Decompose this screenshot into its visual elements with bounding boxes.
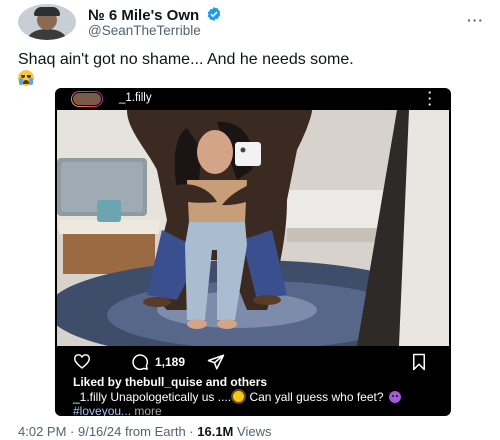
sun-icon [233,391,245,402]
views-label: Views [237,424,272,439]
likes-prefix: Liked by [73,375,122,389]
caption-user[interactable]: _1.filly [73,390,107,404]
tweet-date[interactable]: 9/16/24 [78,424,121,439]
more-options-icon[interactable]: ··· [467,12,484,28]
bookmark-icon[interactable] [411,353,427,371]
caption-text-2: Can yall guess who feet? [249,390,384,404]
likes-line: Liked by thebull_quise and others [73,375,267,389]
post-photo[interactable] [57,110,449,346]
loudly-crying-face-icon [18,70,34,86]
ig-more-icon[interactable]: · · · [427,88,433,111]
ig-action-bar: 1,189 [55,350,451,372]
author-avatar[interactable] [18,4,76,40]
display-name[interactable]: № 6 Mile's Own [88,6,222,24]
ig-avatar[interactable] [71,91,103,107]
post-caption: _1.filly Unapologetically us .... Can ya… [73,390,443,416]
source-prefix: from [124,424,151,439]
ig-username[interactable]: _1.filly [119,92,152,104]
smiling-devil-icon [388,391,401,403]
tweet-meta: 4:02 PM · 9/16/24 from Earth · 16.1M Vie… [18,424,272,439]
tweet-time[interactable]: 4:02 PM [18,424,66,439]
more-link[interactable]: more [134,404,161,416]
caption-text-1: Unapologetically us .... [110,390,232,404]
tweet-header: № 6 Mile's Own @SeanTheTerrible ··· [18,4,488,40]
share-icon[interactable] [207,353,225,371]
tweet-source: Earth [154,424,186,439]
tweet-text: Shaq ain't got no shame... And he needs … [18,50,488,90]
heart-icon[interactable] [73,353,91,369]
ig-post-header: _1.filly · · · [55,88,451,111]
likes-suffix[interactable]: and others [206,375,267,389]
likes-user[interactable]: thebull_quise [125,375,202,389]
handle[interactable]: @SeanTheTerrible [88,23,201,38]
verified-badge-icon [208,7,221,21]
comment-count: 1,189 [155,355,186,369]
hashtag-link[interactable]: #loveyou... [73,404,131,416]
display-name-text: № 6 Mile's Own [88,7,200,24]
embedded-instagram-post[interactable]: _1.filly · · · 1,189 Liked by thebull_qu… [55,88,451,416]
views-count: 16.1M [197,424,234,439]
tweet-text-body: Shaq ain't got no shame... And he needs … [18,51,354,68]
comment-icon[interactable] [131,353,149,371]
